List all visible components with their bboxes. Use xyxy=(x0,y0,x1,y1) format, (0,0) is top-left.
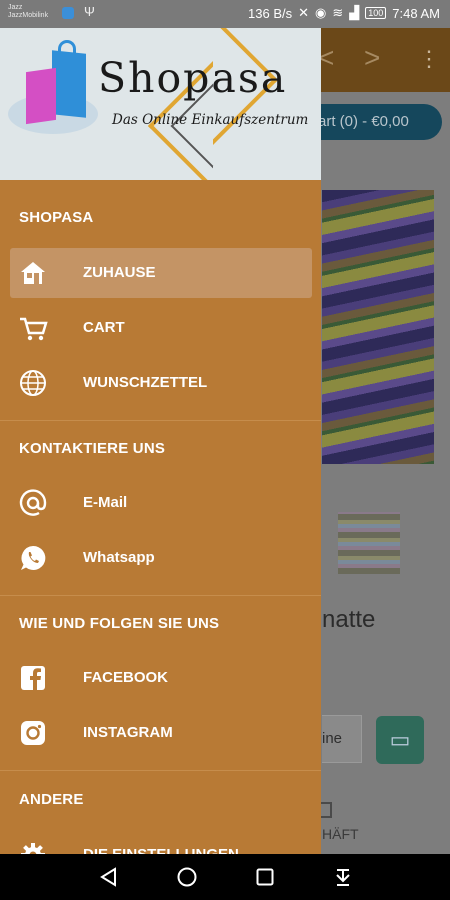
product-title-fragment: natte xyxy=(322,606,376,633)
drawer-item-label: FACEBOOK xyxy=(83,669,169,686)
section-divider xyxy=(0,595,321,596)
section-heading-shopasa: SHOPASA xyxy=(19,209,94,226)
at-icon xyxy=(19,489,47,516)
drawer-item-label: ZUHAUSE xyxy=(83,264,156,281)
forward-arrow-icon: > xyxy=(364,42,381,73)
drawer-item-einstellungen[interactable]: DIE EINSTELLUNGEN xyxy=(10,830,312,854)
drawer-item-wunschzettel[interactable]: WUNSCHZETTEL xyxy=(10,358,312,408)
drawer-item-label: WUNSCHZETTEL xyxy=(83,374,208,391)
status-right-group: 136 B/s ✕ ◉ ≋ ▟ 100 7:48 AM xyxy=(248,5,440,21)
drawer-item-label: CART xyxy=(83,319,125,336)
carrier-line-2: JazzMobilink xyxy=(8,12,49,19)
gear-icon xyxy=(21,843,45,854)
signal-icon: ▟ xyxy=(349,5,360,20)
drawer-item-label: INSTAGRAM xyxy=(83,724,173,741)
drawer-item-zuhause[interactable]: ZUHAUSE xyxy=(10,248,312,298)
recents-square-icon[interactable] xyxy=(254,866,276,888)
time: 7:48 AM xyxy=(392,5,440,21)
wifi-icon: ≋ xyxy=(332,5,344,20)
shopping-bag-pink-icon xyxy=(26,67,56,125)
home-circle-icon[interactable] xyxy=(176,866,198,888)
drawer-item-whatsapp[interactable]: Whatsapp xyxy=(10,533,312,583)
product-thumbnail xyxy=(338,512,400,574)
home-icon xyxy=(21,262,45,284)
section-divider xyxy=(0,420,321,421)
back-icon[interactable] xyxy=(98,866,120,888)
battery-icon: 100 xyxy=(365,7,387,19)
drawer-item-facebook[interactable]: FACEBOOK xyxy=(10,653,312,703)
online-button-fragment: ine xyxy=(322,715,362,763)
system-navigation-bar xyxy=(0,854,450,900)
drawer-item-label: DIE EINSTELLUNGEN xyxy=(83,846,239,854)
chat-icon: ▭ xyxy=(376,716,424,764)
globe-icon xyxy=(20,370,46,396)
shopping-bag-icon xyxy=(52,50,86,118)
instagram-icon xyxy=(21,721,45,745)
logo-subtitle: Das Online Einkaufszentrum xyxy=(112,112,309,128)
notification-pull-icon[interactable] xyxy=(332,866,354,888)
cart-icon xyxy=(20,317,48,341)
eye-icon: ◉ xyxy=(315,5,327,20)
overflow-menu-icon: ⋮ xyxy=(418,46,440,71)
app-notification-icon xyxy=(62,7,74,19)
carrier-label: Jazz JazzMobilink xyxy=(8,4,48,20)
facebook-icon xyxy=(21,666,45,690)
section-divider xyxy=(0,770,321,771)
drawer-item-instagram[interactable]: INSTAGRAM xyxy=(10,708,312,758)
geschaeft-tab-fragment: HÄFT xyxy=(322,826,359,842)
drawer-header: Shopasa Das Online Einkaufszentrum xyxy=(0,28,321,180)
carrier-line-1: Jazz xyxy=(8,4,23,11)
usb-icon: Ψ xyxy=(84,4,95,19)
drawer-item-label: E-Mail xyxy=(83,494,128,511)
section-heading-andere: ANDERE xyxy=(19,791,84,808)
drawer-item-email[interactable]: E-Mail xyxy=(10,478,312,528)
logo-title: Shopasa xyxy=(98,54,288,102)
mute-icon: ✕ xyxy=(298,5,310,20)
section-heading-kontakt: KONTAKTIERE UNS xyxy=(19,440,166,457)
product-image xyxy=(322,190,434,464)
network-speed: 136 B/s xyxy=(248,5,293,21)
whatsapp-icon xyxy=(21,545,46,570)
status-bar: Jazz JazzMobilink Ψ 136 B/s ✕ ◉ ≋ ▟ 100 … xyxy=(0,0,450,28)
navigation-drawer: Shopasa Das Online Einkaufszentrum SHOPA… xyxy=(0,28,321,854)
section-heading-follow: WIE UND FOLGEN SIE UNS xyxy=(19,615,220,632)
drawer-item-cart[interactable]: CART xyxy=(10,303,312,353)
drawer-item-label: Whatsapp xyxy=(83,549,155,566)
